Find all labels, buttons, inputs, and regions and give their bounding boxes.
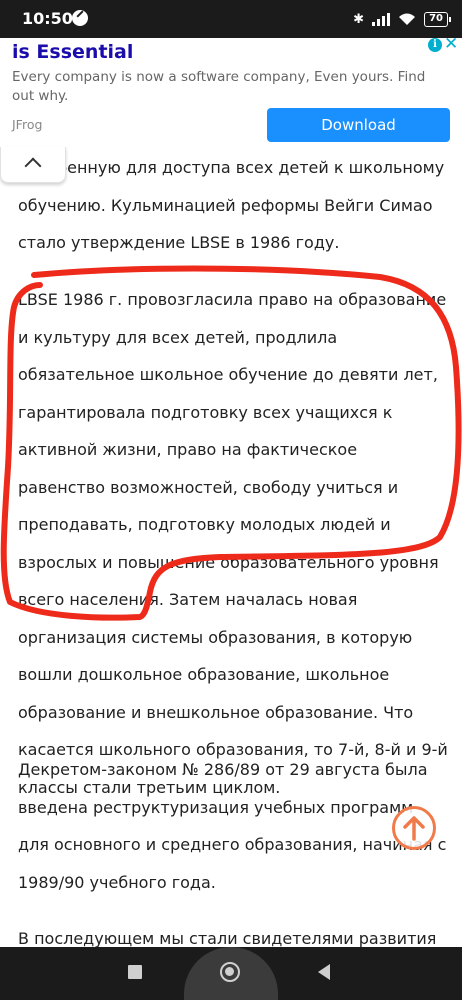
article-paragraph: В последующем мы стали свидетелями разви… bbox=[18, 929, 437, 947]
ad-description: Every company is now a software company,… bbox=[12, 69, 426, 104]
back-button-icon[interactable] bbox=[318, 964, 330, 980]
battery-icon: 70 bbox=[424, 11, 451, 27]
chevron-up-icon bbox=[24, 157, 42, 175]
ad-title[interactable]: is Essential bbox=[12, 41, 133, 63]
article-paragraph: предусмотренную для доступа всех детей к… bbox=[0, 158, 445, 252]
status-icons: ✱ 70 bbox=[353, 9, 451, 29]
collapse-ad-button[interactable] bbox=[0, 147, 66, 183]
ad-download-button[interactable]: Download bbox=[267, 108, 450, 142]
article-paragraph: LBSE 1986 г. провозгласила право на обра… bbox=[18, 290, 448, 797]
navigation-bar bbox=[0, 947, 462, 1000]
signal-icon bbox=[372, 12, 391, 26]
ad-brand: JFrog bbox=[12, 117, 43, 132]
arrow-up-icon bbox=[403, 816, 425, 841]
recents-button-icon[interactable] bbox=[128, 965, 142, 979]
ad-close-icon[interactable]: ✕ bbox=[444, 34, 458, 54]
wifi-icon bbox=[399, 13, 416, 25]
bluetooth-icon: ✱ bbox=[353, 11, 365, 27]
ad-banner[interactable]: is Essential Every company is now a soft… bbox=[0, 34, 462, 146]
ad-info-icon[interactable]: i bbox=[428, 38, 442, 52]
home-button-icon[interactable] bbox=[220, 962, 240, 982]
scroll-to-top-button[interactable] bbox=[392, 806, 436, 850]
do-not-disturb-icon bbox=[72, 10, 88, 26]
article-paragraph: Декретом-законом № 286/89 от 29 августа … bbox=[18, 760, 447, 892]
status-bar: 10:50 ✱ 70 bbox=[0, 0, 462, 38]
status-time: 10:50 bbox=[22, 9, 73, 28]
